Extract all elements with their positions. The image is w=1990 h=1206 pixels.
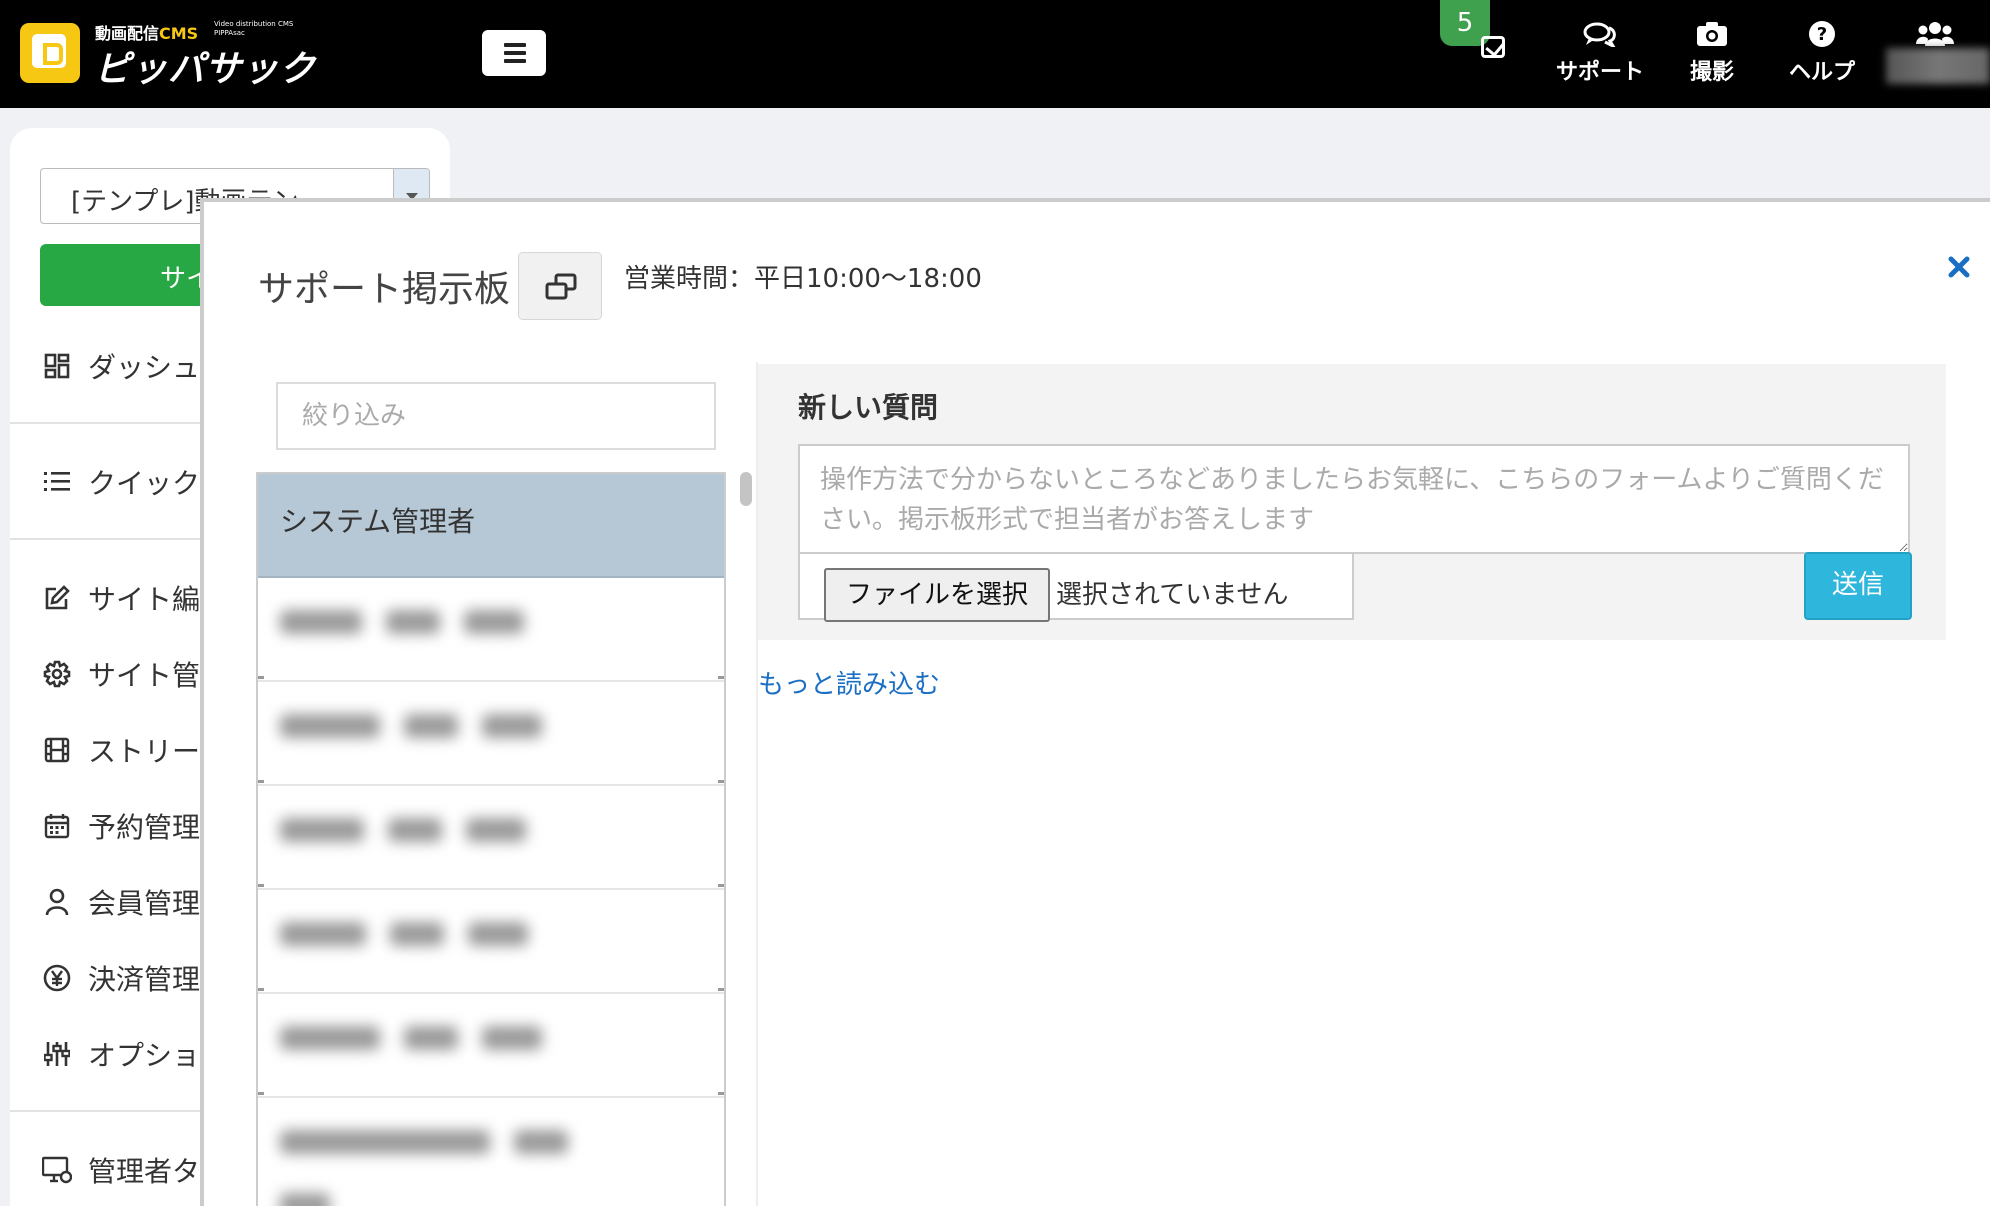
dashboard-icon (42, 351, 72, 381)
sidebar-item-site-edit[interactable]: サイト編 (42, 578, 200, 618)
thread-item-blurred (280, 1020, 724, 1053)
window-restore-icon (545, 273, 577, 300)
sidebar-item-reservation[interactable]: 予約管理 (42, 806, 200, 846)
nav-help-label: ヘルプ (1789, 60, 1856, 85)
thread-list[interactable]: システム管理者 (256, 472, 726, 1206)
user-icon (42, 887, 72, 917)
nav-help[interactable]: ? ヘルプ (1789, 14, 1855, 86)
send-button[interactable]: 送信 (1804, 552, 1912, 620)
new-question-panel: 新しい質問 ファイルを選択 選択されていません 送信 (758, 364, 1946, 640)
thread-item-blurred (280, 708, 724, 741)
monitor-gear-icon (42, 1155, 72, 1185)
load-more-link[interactable]: もっと読み込む (758, 664, 940, 701)
sidebar-item-admin[interactable]: 管理者タ (42, 1150, 200, 1190)
thread-filter-input[interactable] (276, 382, 716, 450)
menu-toggle-button[interactable] (482, 30, 546, 76)
thread-item-active[interactable]: システム管理者 (258, 474, 724, 578)
sidebar-item-label: 管理者タ (88, 1155, 201, 1188)
sidebar-item-label: サイト管 (88, 659, 201, 692)
modal-title: サポート掲示板 (258, 269, 511, 310)
svg-text:?: ? (1817, 24, 1827, 45)
chat-bubbles-icon (1556, 14, 1644, 54)
question-circle-icon: ? (1789, 14, 1855, 54)
yen-icon (42, 963, 72, 993)
sidebar-item-dashboard[interactable]: ダッシュ (42, 346, 200, 386)
support-board-modal: サポート掲示板 営業時間：平日10:00〜18:00 システム管理者 (200, 198, 1990, 1206)
thread-item-blurred (280, 812, 724, 845)
edit-icon (42, 583, 72, 613)
list-icon (42, 467, 72, 497)
calendar-icon (42, 811, 72, 841)
business-hours: 営業時間：平日10:00〜18:00 (624, 264, 982, 294)
logo-icon[interactable] (20, 23, 80, 83)
task-checkbox-icon[interactable] (1481, 36, 1505, 58)
nav-support-label: サポート (1556, 60, 1645, 85)
sidebar-item-label: 予約管理 (88, 811, 201, 844)
file-status-text: 選択されていません (1056, 580, 1289, 610)
thread-item-blurred (280, 1124, 724, 1157)
sidebar-item-label: 会員管理 (88, 887, 201, 920)
list-item[interactable] (258, 682, 724, 786)
sidebar-item-label: サイト編 (88, 583, 201, 616)
sidebar-item-options[interactable]: オプショ (42, 1034, 200, 1074)
scrollbar-thumb[interactable] (740, 472, 752, 506)
question-textarea[interactable] (798, 444, 1910, 554)
sidebar-item-label: ダッシュ (88, 351, 201, 384)
sidebar-item-site-manage[interactable]: サイト管 (42, 654, 200, 694)
list-item[interactable] (258, 578, 724, 682)
sidebar-item-label: 決済管理 (88, 963, 201, 996)
user-name-blurred[interactable] (1886, 48, 1990, 84)
new-question-label: 新しい質問 (798, 391, 939, 424)
list-item[interactable] (258, 994, 724, 1098)
thread-list-scrollbar[interactable] (738, 472, 754, 1206)
sidebar-item-members[interactable]: 会員管理 (42, 882, 200, 922)
sidebar-item-label: クイック (88, 467, 201, 500)
film-icon (42, 735, 72, 765)
gear-icon (42, 659, 72, 689)
choose-file-button[interactable]: ファイルを選択 (824, 568, 1050, 622)
close-icon[interactable] (1946, 254, 1976, 284)
camera-icon (1690, 14, 1734, 54)
nav-shoot-label: 撮影 (1690, 60, 1735, 85)
sidebar-item-label: ストリー (88, 735, 201, 768)
thread-item-blurred (280, 604, 724, 637)
popout-window-button[interactable] (518, 252, 602, 320)
list-item[interactable] (258, 1098, 724, 1206)
list-item[interactable] (258, 786, 724, 890)
logo-name[interactable]: ピッパサック (94, 40, 316, 92)
sidebar-item-quick[interactable]: クイック (42, 462, 200, 502)
nav-support[interactable]: サポート (1556, 14, 1644, 86)
logo-tagline: Video distribution CMS PIPPAsac (214, 20, 294, 37)
sidebar-item-payments[interactable]: 決済管理 (42, 958, 200, 998)
thread-item-label: システム管理者 (280, 505, 476, 538)
file-upload-field[interactable]: ファイルを選択 選択されていません (798, 552, 1354, 622)
sliders-icon (42, 1039, 72, 1069)
thread-item-blurred (280, 916, 724, 949)
sidebar-item-label: オプショ (88, 1039, 201, 1072)
sidebar-item-streaming[interactable]: ストリー (42, 730, 200, 770)
top-navbar: 動画配信CMS Video distribution CMS PIPPAsac … (0, 0, 1990, 108)
list-item[interactable] (258, 890, 724, 994)
nav-shoot[interactable]: 撮影 (1690, 14, 1734, 86)
